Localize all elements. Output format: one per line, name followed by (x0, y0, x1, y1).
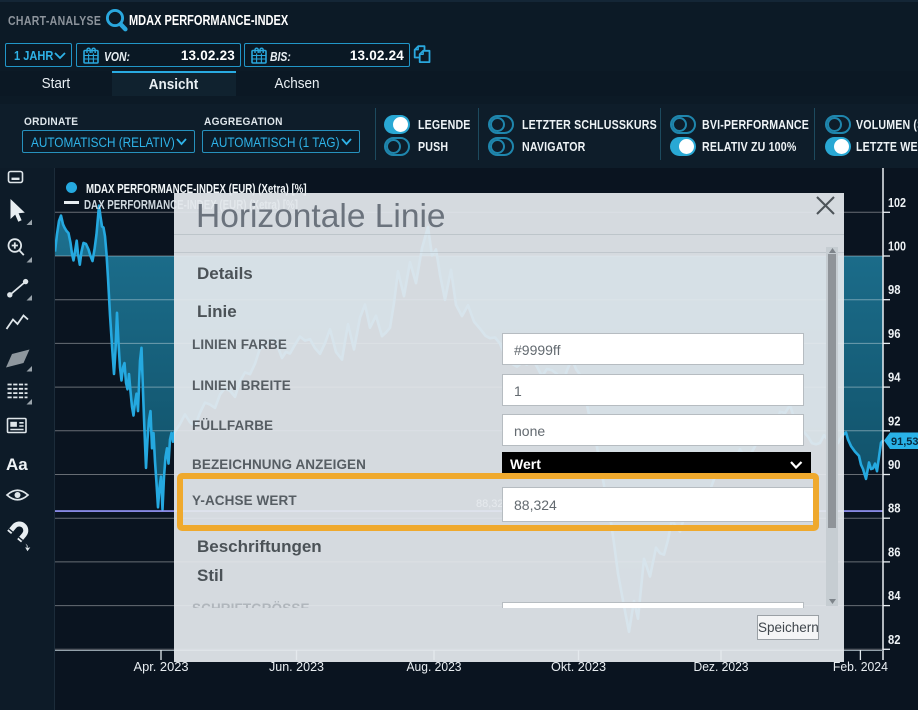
svg-text:100: 100 (888, 239, 906, 254)
svg-text:84: 84 (888, 588, 901, 603)
svg-text:91,53%: 91,53% (891, 436, 918, 448)
svg-text:102: 102 (888, 195, 906, 210)
svg-text:82: 82 (888, 632, 901, 647)
svg-text:98: 98 (888, 282, 901, 297)
svg-text:94: 94 (888, 370, 901, 385)
svg-text:96: 96 (888, 326, 901, 341)
svg-text:90: 90 (888, 457, 901, 472)
svg-text:92: 92 (888, 413, 901, 428)
svg-text:88: 88 (888, 501, 901, 516)
svg-text:Aa: Aa (6, 455, 28, 474)
svg-text:86: 86 (888, 544, 901, 559)
